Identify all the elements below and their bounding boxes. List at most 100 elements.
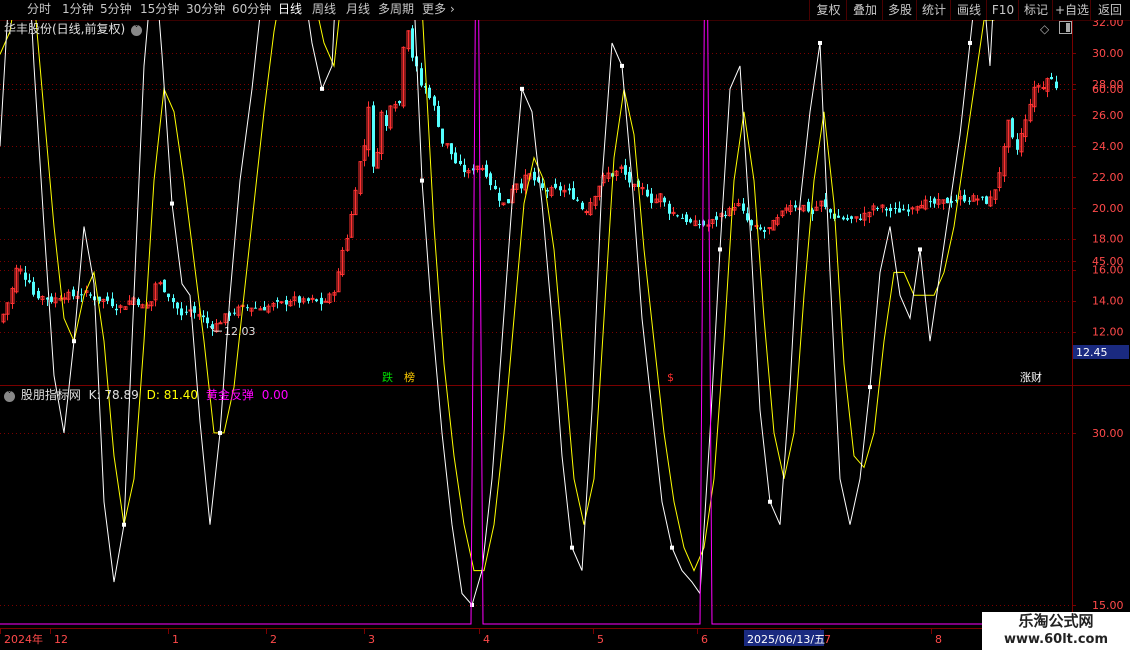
toolbar-button-2[interactable]: 多股 [882, 0, 917, 20]
watermark: 乐淘公式网 www.60lt.com [982, 612, 1130, 650]
candle-body-down [985, 196, 988, 204]
period-tab-10[interactable]: 更多 [422, 2, 446, 17]
candle-body-down [759, 227, 762, 230]
candle-body-down [489, 173, 492, 186]
candle-body-down [428, 87, 431, 98]
candle-body-up [584, 211, 589, 214]
toolbar-button-6[interactable]: 标记 [1018, 0, 1053, 20]
candle-body-down [507, 199, 510, 204]
event-marker[interactable]: 跌 [382, 370, 393, 384]
candle-body-down [981, 196, 984, 198]
current-price-tag: 12.45 [1076, 346, 1108, 359]
candle-body-down [746, 213, 749, 221]
candle-body-down [463, 164, 466, 173]
candle-body-down [842, 217, 845, 220]
watermark-url: www.60lt.com [1003, 632, 1109, 647]
candle-body-down [554, 183, 557, 188]
indicator-name[interactable]: 股朋指标网 [21, 388, 81, 402]
candle-body-down [850, 216, 853, 219]
candle-body-down [968, 200, 971, 202]
k-marker [320, 86, 324, 91]
date-axis-label: 2024年 [4, 632, 43, 646]
cursor-date: 2025/06/13/五 [747, 633, 825, 646]
candle-body-down [572, 188, 575, 200]
candle-body-down [807, 201, 810, 212]
layout-toggle-icon[interactable] [1059, 21, 1072, 34]
chart-title-row: 华丰股份(日线,前复权) ˅ [4, 22, 143, 36]
candle-body-down [681, 217, 684, 219]
candle-body-down [1016, 139, 1019, 150]
more-arrow-icon[interactable]: › [450, 2, 455, 17]
period-tab-6[interactable]: 日线 [278, 2, 302, 17]
indicator-axis-label: 30.00 [1092, 427, 1124, 440]
candle-body-down [176, 302, 179, 309]
period-tab-9[interactable]: 多周期 [378, 2, 414, 17]
candle-body-down [663, 197, 666, 203]
candle-body-down [167, 293, 170, 298]
date-axis-label: 8 [935, 633, 942, 646]
candle-body-up [158, 282, 163, 285]
candle-body-down [285, 299, 288, 305]
k-marker [818, 40, 822, 45]
candle-body-down [889, 207, 892, 212]
candle-body-down [89, 294, 92, 296]
candle-body-down [885, 208, 888, 211]
period-tab-1[interactable]: 1分钟 [62, 2, 94, 17]
candle-body-up [480, 167, 485, 170]
toolbar-button-5[interactable]: F10 [986, 0, 1019, 20]
candle-body-up [310, 297, 315, 300]
candle-body-down [411, 28, 414, 58]
toolbar-button-8[interactable]: 返回 [1090, 0, 1129, 20]
candle-body-down [450, 143, 453, 155]
candlestick-chart[interactable]: 33.1712.03跌榜$涨财 [1, 20, 1058, 384]
candle-body-down [441, 128, 444, 144]
candle-body-down [898, 208, 901, 213]
candle-body-down [859, 218, 862, 220]
chevron-down-icon[interactable]: ˅ [131, 25, 143, 36]
date-axis-label: 3 [368, 633, 375, 646]
toolbar-button-1[interactable]: 叠加 [846, 0, 883, 20]
signal-line [0, 20, 1072, 625]
watermark-title: 乐淘公式网 [1018, 612, 1094, 630]
period-tab-7[interactable]: 周线 [312, 2, 336, 17]
k-line [0, 20, 994, 607]
candle-body-down [646, 189, 649, 197]
candle-body-down [715, 216, 718, 220]
period-tab-5[interactable]: 60分钟 [232, 2, 271, 17]
period-tab-0[interactable]: 分时 [27, 2, 51, 17]
k-marker [868, 385, 872, 390]
signal-label: 黄金反弹 [205, 388, 254, 402]
indicator-chart[interactable] [0, 20, 1072, 625]
diamond-icon[interactable]: ◇ [1040, 22, 1049, 36]
candle-body-down [180, 308, 183, 316]
k-marker [968, 40, 972, 45]
period-tab-8[interactable]: 月线 [346, 2, 370, 17]
candle-body-down [298, 296, 301, 303]
candle-body-down [233, 312, 236, 314]
candle-body-down [106, 296, 109, 301]
candle-body-down [433, 96, 436, 106]
candle-body-down [385, 115, 388, 126]
toolbar-button-7[interactable]: +自选 [1052, 0, 1091, 20]
period-tab-2[interactable]: 5分钟 [100, 2, 132, 17]
period-tab-3[interactable]: 15分钟 [140, 2, 179, 17]
toolbar-button-0[interactable]: 复权 [809, 0, 847, 20]
k-marker [620, 63, 624, 68]
candle-body-down [963, 194, 966, 202]
price-axis-label: 22.00 [1092, 171, 1124, 184]
candle-body-down [206, 317, 209, 324]
candle-body-down [533, 171, 536, 181]
event-marker[interactable]: 涨财 [1020, 370, 1042, 384]
toolbar-button-4[interactable]: 画线 [950, 0, 987, 20]
toolbar-button-3[interactable]: 统计 [916, 0, 951, 20]
period-tab-4[interactable]: 30分钟 [186, 2, 225, 17]
candle-body-down [246, 307, 249, 309]
k-marker [170, 201, 174, 206]
candle-body-down [628, 171, 631, 183]
candle-body-up [975, 198, 980, 201]
event-marker[interactable]: 榜 [404, 370, 415, 384]
event-marker[interactable]: $ [667, 371, 674, 384]
indicator-axis-label: 45.00 [1092, 255, 1124, 268]
chevron-down-icon[interactable]: ˅ [4, 391, 15, 402]
candle-body-down [28, 280, 31, 283]
